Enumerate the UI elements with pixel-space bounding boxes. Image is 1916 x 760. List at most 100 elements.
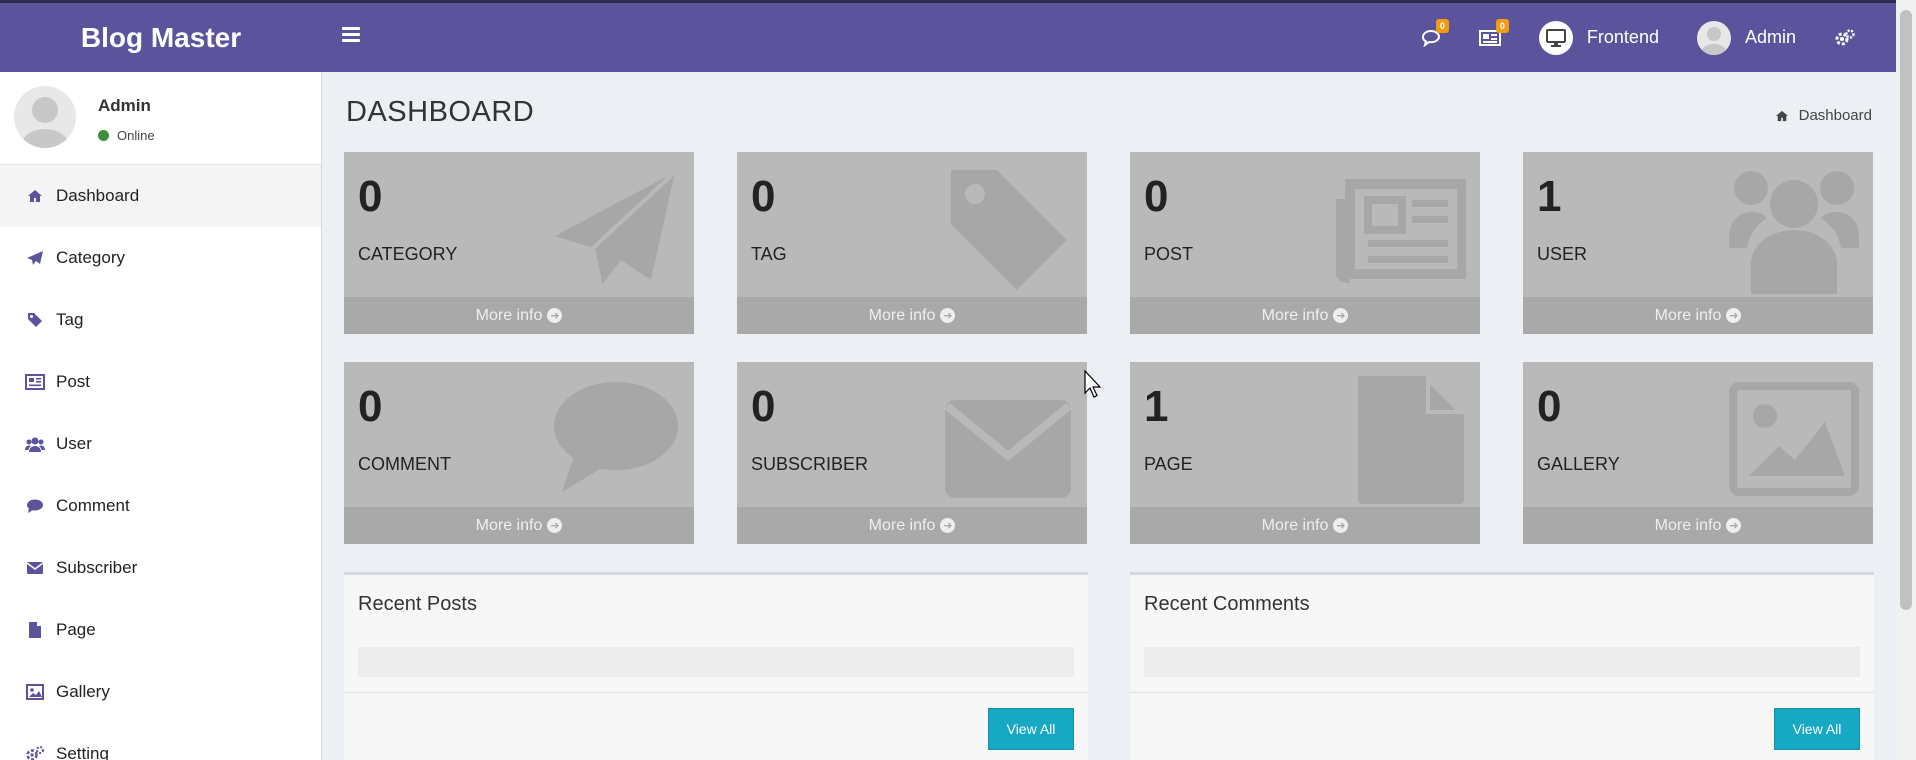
frontend-label: Frontend (1586, 27, 1659, 47)
messages-notification[interactable]: 0 (1478, 18, 1509, 47)
file-icon (24, 620, 46, 640)
sidebar-item-dashboard[interactable]: Dashboard (0, 165, 321, 227)
more-info-link[interactable]: More info ➜ (344, 297, 694, 334)
stat-box-page: 1 PAGE More info ➜ (1130, 362, 1480, 544)
stat-box-user: 1 USER More info ➜ (1523, 152, 1873, 334)
stat-label: GALLERY (1537, 454, 1620, 474)
envelope-icon (24, 558, 46, 578)
messages-badge: 0 (1495, 18, 1509, 33)
stat-label: CATEGORY (358, 244, 458, 264)
sidebar: Admin Online Dashboard Category Tag Post… (0, 72, 322, 760)
more-info-link[interactable]: More info ➜ (1130, 507, 1480, 544)
recent-comments-panel: Recent Comments View All (1130, 572, 1874, 760)
newspaper-icon (24, 372, 46, 392)
panel-divider (344, 692, 1088, 693)
more-info-label: More info (1654, 516, 1722, 534)
more-info-label: More info (475, 306, 543, 324)
more-info-link[interactable]: More info ➜ (344, 507, 694, 544)
panel-body-placeholder (358, 647, 1074, 677)
users-icon (24, 434, 46, 454)
paper-plane-icon (555, 170, 677, 287)
sidebar-user-status: Online (98, 128, 155, 143)
stat-label: PAGE (1144, 454, 1193, 474)
scrollbar-thumb[interactable] (1900, 10, 1912, 610)
stat-box-tag: 0 TAG More info ➜ (737, 152, 1087, 334)
stat-value: 1 (1144, 382, 1169, 431)
sidebar-item-label: Category (56, 248, 125, 267)
page-title: DASHBOARD (346, 96, 535, 128)
app-logo[interactable]: Blog Master (0, 3, 322, 72)
avatar (1696, 20, 1731, 55)
avatar (14, 86, 76, 148)
sidebar-item-gallery[interactable]: Gallery (0, 661, 321, 723)
newspaper-icon (1336, 179, 1466, 283)
status-label: Online (117, 128, 155, 143)
page-scrollbar[interactable] (1896, 0, 1916, 760)
stat-label: TAG (751, 244, 787, 264)
monitor-icon (1538, 20, 1573, 55)
more-info-link[interactable]: More info ➜ (1523, 507, 1873, 544)
arrow-circle-right-icon: ➜ (547, 518, 563, 533)
stat-box-category: 0 CATEGORY More info ➜ (344, 152, 694, 334)
sidebar-toggle-icon[interactable] (342, 27, 360, 45)
more-info-label: More info (1261, 306, 1329, 324)
sidebar-item-page[interactable]: Page (0, 599, 321, 661)
stat-value: 1 (1537, 172, 1562, 221)
sidebar-item-label: Tag (56, 310, 84, 329)
more-info-link[interactable]: More info ➜ (737, 507, 1087, 544)
sidebar-item-comment[interactable]: Comment (0, 475, 321, 537)
breadcrumb: Dashboard (1775, 107, 1872, 124)
sidebar-item-label: Post (56, 372, 91, 391)
sidebar-item-user[interactable]: User (0, 413, 321, 475)
sidebar-item-label: User (56, 434, 92, 453)
sidebar-item-label: Setting (56, 744, 109, 760)
view-all-posts-button[interactable]: View All (988, 708, 1074, 750)
sidebar-item-setting[interactable]: Setting (0, 723, 321, 760)
envelope-icon (944, 400, 1072, 498)
top-navbar: Blog Master 0 0 Frontend Admin (0, 0, 1896, 72)
comment-icon (554, 382, 678, 492)
comments-badge: 0 (1435, 18, 1449, 33)
paper-plane-icon (24, 248, 46, 268)
view-all-comments-button[interactable]: View All (1774, 708, 1860, 750)
breadcrumb-item-dashboard[interactable]: Dashboard (1799, 107, 1872, 124)
sidebar-item-label: Subscriber (56, 558, 138, 577)
home-icon (1775, 110, 1788, 121)
sidebar-item-category[interactable]: Category (0, 227, 321, 289)
arrow-circle-right-icon: ➜ (940, 518, 956, 533)
sidebar-item-post[interactable]: Post (0, 351, 321, 413)
stat-label: USER (1537, 244, 1588, 264)
comments-notification[interactable]: 0 (1421, 18, 1449, 47)
arrow-circle-right-icon: ➜ (1333, 308, 1349, 323)
sidebar-item-tag[interactable]: Tag (0, 289, 321, 351)
arrow-circle-right-icon: ➜ (940, 308, 956, 323)
tag-icon (24, 310, 46, 330)
frontend-link[interactable]: Frontend (1538, 20, 1659, 55)
sidebar-item-subscriber[interactable]: Subscriber (0, 537, 321, 599)
more-info-link[interactable]: More info ➜ (1130, 297, 1480, 334)
stat-value: 0 (1537, 382, 1562, 431)
sidebar-item-label: Dashboard (56, 186, 140, 205)
settings-toggle[interactable] (1834, 28, 1856, 48)
sidebar-item-label: Comment (56, 496, 130, 515)
stat-value: 0 (751, 382, 776, 431)
image-icon (24, 682, 46, 702)
stat-box-gallery: 0 GALLERY More info ➜ (1523, 362, 1873, 544)
stat-label: SUBSCRIBER (751, 454, 869, 474)
cogs-icon (1835, 28, 1855, 45)
arrow-circle-right-icon: ➜ (547, 308, 563, 323)
arrow-circle-right-icon: ➜ (1333, 518, 1349, 533)
online-status-icon (98, 130, 109, 141)
more-info-label: More info (868, 516, 936, 534)
more-info-link[interactable]: More info ➜ (1523, 297, 1873, 334)
sidebar-item-label: Gallery (56, 682, 110, 701)
stat-value: 0 (751, 172, 776, 221)
arrow-circle-right-icon: ➜ (1726, 308, 1742, 323)
sidebar-item-label: Page (56, 620, 96, 639)
more-info-link[interactable]: More info ➜ (737, 297, 1087, 334)
stat-label: COMMENT (358, 454, 451, 474)
mouse-cursor-icon (1084, 370, 1102, 398)
user-menu[interactable]: Admin (1696, 20, 1796, 55)
more-info-label: More info (1261, 516, 1329, 534)
more-info-label: More info (1654, 306, 1722, 324)
